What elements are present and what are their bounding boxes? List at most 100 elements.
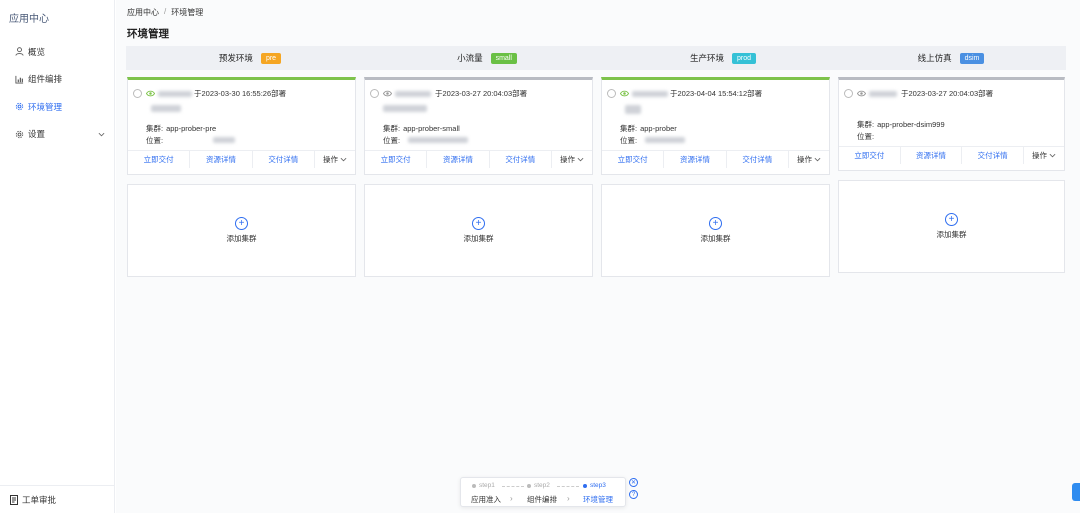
stage-name: 生产环境 bbox=[689, 53, 724, 63]
env-column-pre: 于2023-03-30 16:55:26部署 集群: app-prober-pre… bbox=[127, 77, 356, 277]
app-title: 应用中心 bbox=[9, 14, 49, 25]
select-radio[interactable] bbox=[844, 89, 853, 98]
document-icon bbox=[10, 494, 19, 505]
card-actions: 立即交付 资源详情 交付详情 操作 bbox=[365, 150, 592, 168]
select-radio[interactable] bbox=[133, 89, 142, 98]
sidebar-item-label: 环境管理 bbox=[28, 101, 63, 112]
card-header: 于2023-03-27 20:04:03部署 bbox=[839, 86, 1064, 101]
chevron-right-icon: › bbox=[510, 494, 513, 503]
resource-detail-button[interactable]: 资源详情 bbox=[190, 151, 253, 168]
stage-dsim: 线上仿真 dsim bbox=[836, 46, 1066, 70]
sidebar-nav: 概览 组件编排 环境管理 设置 bbox=[0, 38, 115, 148]
location-label: 位置: bbox=[383, 136, 401, 145]
deliver-now-button[interactable]: 立即交付 bbox=[365, 151, 428, 168]
cluster-value: app-prober-dsim999 bbox=[877, 120, 945, 129]
gear-icon bbox=[13, 101, 25, 113]
card-header: 于2023-03-27 20:04:03部署 bbox=[365, 86, 592, 101]
stage-pre: 预发环境 pre bbox=[126, 46, 374, 70]
deploy-time: 于2023-03-30 16:55:26部署 bbox=[194, 89, 287, 98]
location-label: 位置: bbox=[857, 132, 875, 141]
add-cluster-card[interactable]: + 添加集群 bbox=[838, 180, 1065, 273]
eye-icon[interactable] bbox=[620, 89, 629, 98]
cluster-label: 集群: bbox=[620, 124, 638, 133]
add-cluster-label: 添加集群 bbox=[936, 230, 967, 239]
eye-icon[interactable] bbox=[857, 89, 866, 98]
eye-icon[interactable] bbox=[146, 89, 155, 98]
eye-icon[interactable] bbox=[383, 89, 392, 98]
close-circle-icon[interactable]: ✕ bbox=[629, 478, 638, 487]
more-actions-dropdown[interactable]: 操作 bbox=[552, 151, 592, 168]
env-card: 于2023-03-30 16:55:26部署 集群: app-prober-pre… bbox=[127, 77, 356, 175]
workflow-stepper: step1 step2 step3 应用准入 › 组件编排 › 环境管理 bbox=[460, 477, 626, 507]
add-cluster-card[interactable]: + 添加集群 bbox=[364, 184, 593, 277]
stage-badge: small bbox=[491, 53, 517, 64]
select-radio[interactable] bbox=[370, 89, 379, 98]
stage-bar: 预发环境 pre 小流量 small 生产环境 prod 线上仿真 dsim bbox=[126, 46, 1066, 70]
location-label: 位置: bbox=[146, 136, 164, 145]
more-actions-dropdown[interactable]: 操作 bbox=[315, 151, 355, 168]
help-circle-icon[interactable]: ? bbox=[629, 490, 638, 499]
deliver-now-button[interactable]: 立即交付 bbox=[128, 151, 191, 168]
resource-detail-button[interactable]: 资源详情 bbox=[427, 151, 490, 168]
sidebar-item-overview[interactable]: 概览 bbox=[0, 38, 115, 66]
sidebar-item-orchestration[interactable]: 组件编排 bbox=[0, 66, 115, 94]
plus-circle-icon: + bbox=[945, 213, 958, 226]
sidebar-item-label: 概览 bbox=[28, 46, 46, 57]
deploy-time: 于2023-03-27 20:04:03部署 bbox=[901, 89, 994, 98]
sidebar-item-settings[interactable]: 设置 bbox=[0, 121, 115, 149]
cluster-value: app-prober-pre bbox=[166, 124, 217, 133]
floating-side-tab[interactable] bbox=[1072, 483, 1080, 501]
stage-name: 小流量 bbox=[457, 53, 483, 63]
redacted-text bbox=[632, 90, 668, 97]
stage-badge: prod bbox=[732, 53, 756, 64]
chevron-right-icon: › bbox=[567, 494, 570, 503]
sidebar: 应用中心 概览 组件编排 环境管理 设置 工单审批 bbox=[0, 0, 115, 513]
more-actions-dropdown[interactable]: 操作 bbox=[1024, 147, 1064, 164]
stage-name: 线上仿真 bbox=[917, 53, 952, 63]
instance-name bbox=[625, 105, 829, 115]
step-label[interactable]: 组件编排 bbox=[527, 494, 557, 505]
card-actions: 立即交付 资源详情 交付详情 操作 bbox=[128, 150, 355, 168]
env-card: 于2023-04-04 15:54:12部署 集群: app-prober 位置:… bbox=[601, 77, 830, 175]
step-label[interactable]: 应用准入 bbox=[471, 494, 501, 505]
delivery-detail-button[interactable]: 交付详情 bbox=[962, 147, 1025, 164]
stage-badge: dsim bbox=[959, 52, 985, 64]
deliver-now-button[interactable]: 立即交付 bbox=[602, 151, 665, 168]
deploy-time: 于2023-03-27 20:04:03部署 bbox=[435, 89, 528, 98]
stage-name: 预发环境 bbox=[218, 53, 253, 63]
deliver-now-button[interactable]: 立即交付 bbox=[839, 147, 901, 164]
redacted-text bbox=[395, 90, 431, 97]
add-cluster-card[interactable]: + 添加集群 bbox=[601, 184, 830, 277]
step-connector bbox=[557, 486, 579, 487]
step-indicator: step2 bbox=[527, 482, 550, 489]
select-radio[interactable] bbox=[607, 89, 616, 98]
more-actions-dropdown[interactable]: 操作 bbox=[789, 151, 829, 168]
plus-circle-icon: + bbox=[235, 217, 248, 230]
stage-badge: pre bbox=[261, 53, 281, 64]
user-icon bbox=[13, 46, 25, 58]
card-info: 集群: app-prober 位置: bbox=[602, 123, 829, 147]
delivery-detail-button[interactable]: 交付详情 bbox=[727, 151, 789, 168]
plus-circle-icon: + bbox=[472, 217, 485, 230]
sidebar-item-label: 设置 bbox=[28, 129, 46, 140]
redacted-text bbox=[869, 90, 897, 97]
sidebar-footer-label: 工单审批 bbox=[22, 494, 57, 505]
env-column-small: 于2023-03-27 20:04:03部署 集群: app-prober-sma… bbox=[364, 77, 593, 277]
sidebar-item-ticket-approval[interactable]: 工单审批 bbox=[0, 485, 115, 513]
deploy-time: 于2023-04-04 15:54:12部署 bbox=[670, 89, 763, 98]
delivery-detail-button[interactable]: 交付详情 bbox=[253, 151, 315, 168]
card-header: 于2023-04-04 15:54:12部署 bbox=[602, 86, 829, 101]
redacted-text bbox=[213, 137, 236, 143]
add-cluster-card[interactable]: + 添加集群 bbox=[127, 184, 356, 277]
resource-detail-button[interactable]: 资源详情 bbox=[664, 151, 727, 168]
sidebar-item-env-management[interactable]: 环境管理 bbox=[0, 93, 115, 121]
main-content: 应用中心 / 环境管理 环境管理 预发环境 pre 小流量 small 生产环境… bbox=[116, 0, 1080, 513]
step-label-current[interactable]: 环境管理 bbox=[583, 494, 613, 505]
resource-detail-button[interactable]: 资源详情 bbox=[901, 147, 963, 164]
step-indicator: step1 bbox=[472, 482, 495, 489]
cluster-value: app-prober bbox=[640, 124, 677, 133]
delivery-detail-button[interactable]: 交付详情 bbox=[490, 151, 552, 168]
env-column-dsim: 于2023-03-27 20:04:03部署 集群: app-prober-dsi… bbox=[838, 77, 1065, 273]
card-header: 于2023-03-30 16:55:26部署 bbox=[128, 86, 355, 101]
breadcrumb-root[interactable]: 应用中心 bbox=[127, 7, 159, 18]
